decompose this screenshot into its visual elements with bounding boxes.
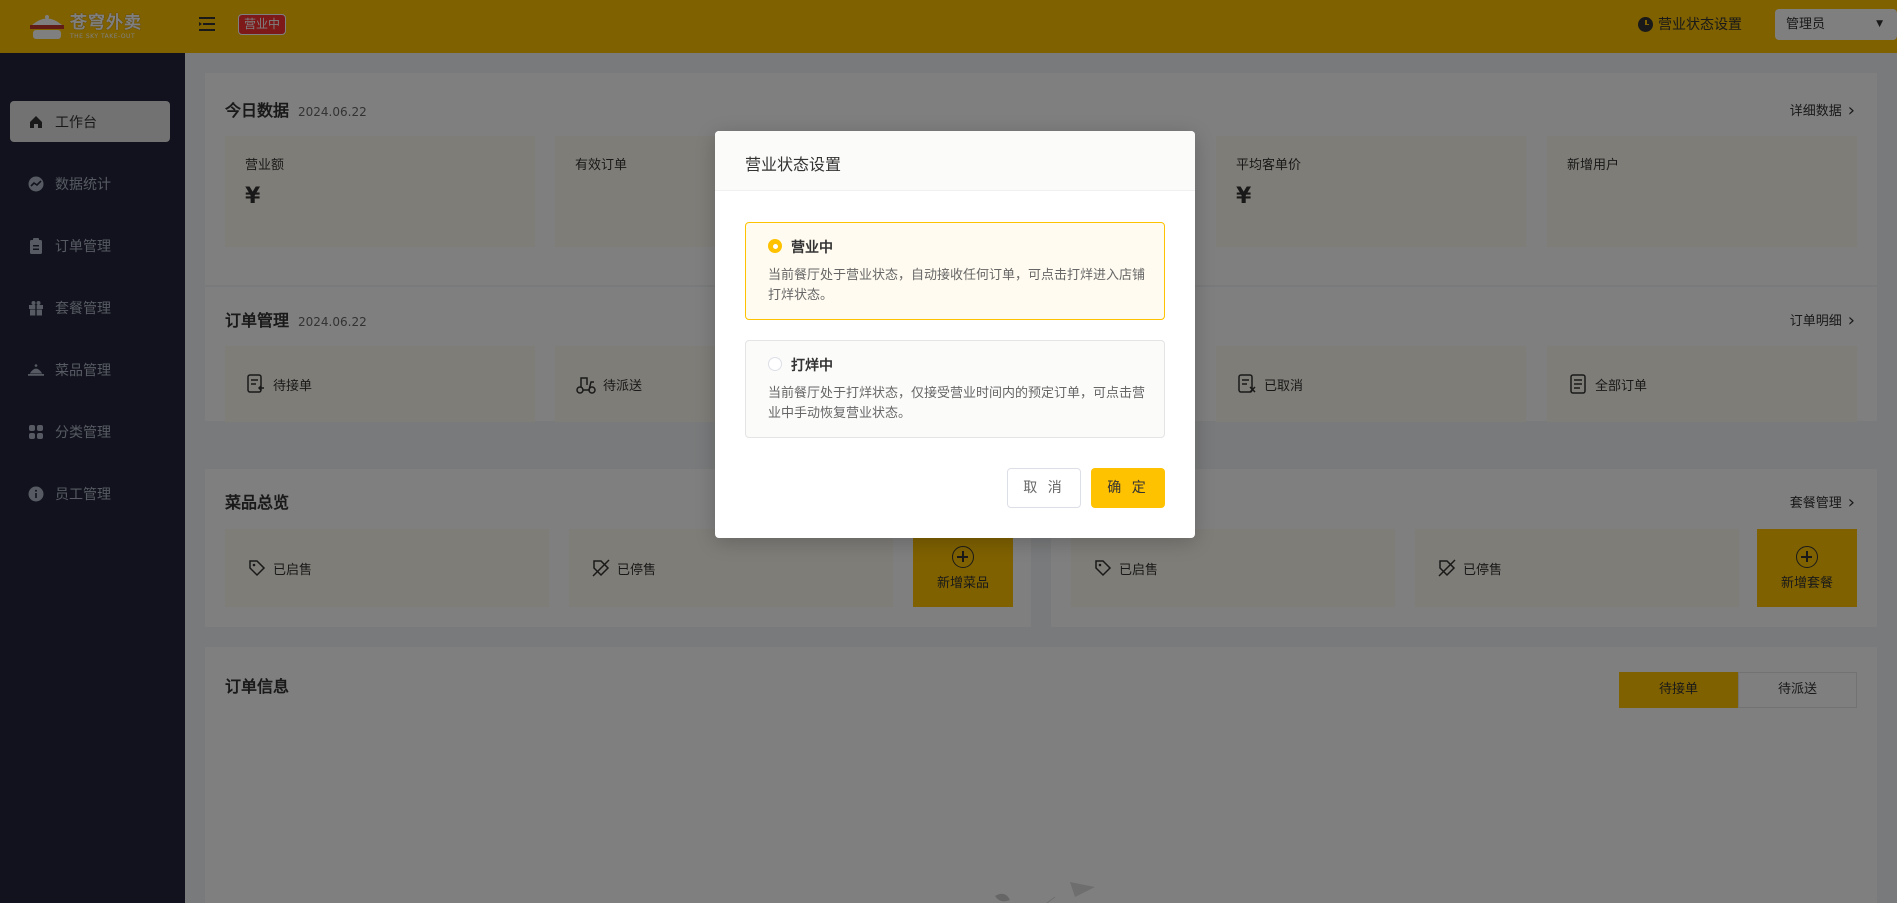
option-closed-desc: 当前餐厅处于打烊状态，仅接受营业时间内的预定订单，可点击营业中手动恢复营业状态。 <box>768 386 1146 421</box>
option-open-desc: 当前餐厅处于营业状态，自动接收任何订单，可点击打烊进入店铺打烊状态。 <box>768 268 1146 303</box>
dialog-title: 营业状态设置 <box>715 131 1195 191</box>
option-closed[interactable]: 打烊中 当前餐厅处于打烊状态，仅接受营业时间内的预定订单，可点击营业中手动恢复营… <box>745 340 1165 438</box>
option-closed-title: 打烊中 <box>791 358 833 374</box>
option-open-title: 营业中 <box>791 240 833 256</box>
business-status-dialog: 营业状态设置 营业中 当前餐厅处于营业状态，自动接收任何订单，可点击打烊进入店铺… <box>715 131 1195 538</box>
radio-closed[interactable] <box>768 357 782 371</box>
confirm-button[interactable]: 确 定 <box>1091 468 1165 508</box>
radio-open[interactable] <box>768 239 782 253</box>
cancel-button[interactable]: 取 消 <box>1007 468 1081 508</box>
option-open[interactable]: 营业中 当前餐厅处于营业状态，自动接收任何订单，可点击打烊进入店铺打烊状态。 <box>745 222 1165 320</box>
